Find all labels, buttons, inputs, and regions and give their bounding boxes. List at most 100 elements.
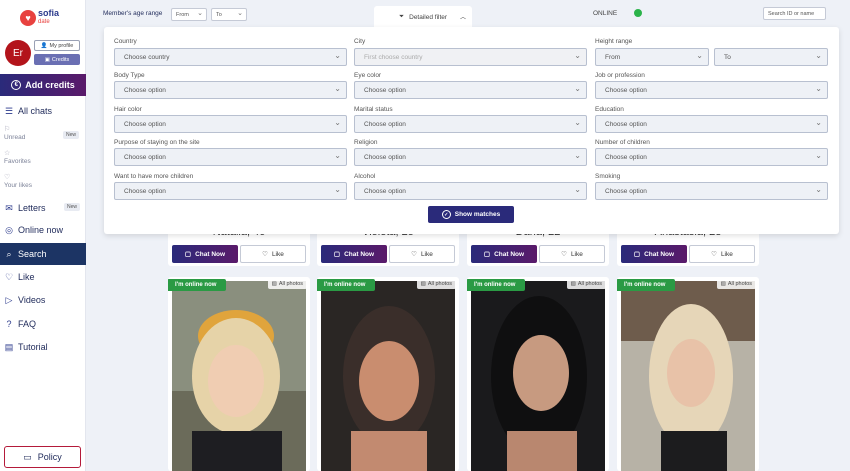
filter-icon: ⏷ — [398, 13, 405, 20]
city-select[interactable]: First choose country — [354, 48, 587, 66]
all-photos-button[interactable]: ▨ All photos — [267, 279, 307, 289]
profile-photo-card[interactable]: I'm online now ▨ All photos — [317, 277, 459, 471]
purpose-select[interactable]: Choose option — [114, 148, 347, 166]
your-likes-label: Your likes — [4, 182, 32, 189]
add-credits-button[interactable]: € Add credits — [0, 74, 86, 96]
like-label: Like — [420, 250, 433, 258]
my-profile-button[interactable]: 👤 My profile — [34, 40, 80, 51]
sidebar-item-faq[interactable]: ? FAQ — [0, 314, 86, 334]
profile-photo-card[interactable]: I'm online now ▨ All photos — [617, 277, 759, 471]
want-children-select[interactable]: Choose option — [114, 182, 347, 200]
education-select[interactable]: Choose option — [595, 115, 828, 133]
job-select[interactable]: Choose option — [595, 81, 828, 99]
body-type-select[interactable]: Choose option — [114, 81, 347, 99]
online-label: ONLINE — [593, 10, 618, 17]
credits-label: Credits — [51, 56, 70, 63]
chat-now-label: Chat Now — [195, 250, 226, 258]
sidebar-item-online-now[interactable]: ◎ Online now — [0, 220, 86, 240]
eye-color-select[interactable]: Choose option — [354, 81, 587, 99]
profile-photo-card[interactable]: I'm online now ▨ All photos — [467, 277, 609, 471]
sidebar-item-letters[interactable]: ✉ Letters New — [0, 198, 86, 218]
online-now-badge: I'm online now — [467, 279, 526, 291]
credits-button[interactable]: ▣ Credits — [34, 54, 80, 65]
sidebar-item-all-chats[interactable]: ☰ All chats — [0, 101, 86, 121]
book-icon: ▤ — [4, 341, 14, 352]
like-button[interactable]: ♡ Like — [689, 245, 755, 263]
search-input[interactable]: Search ID or name — [763, 7, 826, 20]
sidebar: ♥ sofia date Er 👤 My profile ▣ Credits €… — [0, 0, 86, 471]
tutorial-label: Tutorial — [18, 342, 48, 352]
detailed-filter-label: Detailed filter — [409, 13, 448, 21]
all-photos-button[interactable]: ▨ All photos — [716, 279, 756, 289]
sidebar-item-videos[interactable]: ▷ Videos — [0, 290, 86, 310]
online-now-badge: I'm online now — [168, 279, 227, 291]
heart-icon: ♡ — [262, 251, 268, 258]
profile-photo[interactable] — [321, 281, 455, 471]
globe-icon: ◎ — [5, 224, 13, 235]
logo[interactable]: ♥ sofia date — [20, 5, 66, 31]
like-label: Like — [570, 250, 583, 258]
policy-label: Policy — [37, 452, 62, 462]
smoking-select[interactable]: Choose option — [595, 182, 828, 200]
chat-now-label: Chat Now — [644, 250, 675, 258]
top-filter-bar: Member's age range From To ⏷ Detailed fi… — [86, 0, 850, 28]
image-icon: ▨ — [720, 281, 726, 287]
faq-label: FAQ — [18, 319, 37, 329]
sidebar-item-unread[interactable]: ⚐ Unread — [4, 126, 25, 141]
profile-photo[interactable] — [172, 281, 306, 471]
chat-now-button[interactable]: ▢ Chat Now — [471, 245, 537, 263]
question-icon: ? — [6, 319, 12, 329]
all-photos-button[interactable]: ▨ All photos — [566, 279, 606, 289]
logo-subtitle: date — [38, 19, 50, 25]
sidebar-item-your-likes[interactable]: ♡ Your likes — [4, 174, 32, 189]
chat-icon: ▢ — [633, 251, 641, 258]
detailed-filter-toggle[interactable]: ⏷ Detailed filter ︿ — [374, 6, 472, 28]
country-select[interactable]: Choose country — [114, 48, 347, 66]
policy-button[interactable]: ▭ Policy — [4, 446, 81, 468]
education-label: Education — [595, 106, 624, 113]
sidebar-item-like[interactable]: ♡ Like — [0, 267, 86, 287]
avatar[interactable]: Er — [5, 40, 31, 66]
profile-photo[interactable] — [621, 281, 755, 471]
children-label: Number of children — [595, 139, 650, 146]
sidebar-item-favorites[interactable]: ☆ Favorites — [4, 150, 31, 165]
detailed-filter-panel: Country Choose country City First choose… — [104, 27, 839, 234]
show-matches-button[interactable]: ✓ Show matches — [428, 206, 514, 223]
alcohol-select[interactable]: Choose option — [354, 182, 587, 200]
hair-color-select[interactable]: Choose option — [114, 115, 347, 133]
want-children-label: Want to have more children — [114, 173, 194, 180]
religion-label: Religion — [354, 139, 378, 146]
all-photos-button[interactable]: ▨ All photos — [416, 279, 456, 289]
religion-select[interactable]: Choose option — [354, 148, 587, 166]
chevron-up-icon: ︿ — [459, 15, 466, 21]
marital-status-select[interactable]: Choose option — [354, 115, 587, 133]
like-button[interactable]: ♡ Like — [539, 245, 605, 263]
like-button[interactable]: ♡ Like — [240, 245, 306, 263]
chat-now-button[interactable]: ▢ Chat Now — [321, 245, 387, 263]
chat-now-button[interactable]: ▢ Chat Now — [172, 245, 238, 263]
sidebar-item-tutorial[interactable]: ▤ Tutorial — [0, 337, 86, 357]
chat-now-button[interactable]: ▢ Chat Now — [621, 245, 687, 263]
age-to-select[interactable]: To — [211, 8, 247, 21]
height-from-select[interactable]: From — [595, 48, 709, 66]
profile-photo[interactable] — [471, 281, 605, 471]
like-label: Like — [18, 272, 35, 282]
user-icon: 👤 — [40, 42, 48, 49]
marital-status-label: Marital status — [354, 106, 393, 113]
letters-new-badge: New — [63, 203, 80, 211]
image-icon: ▨ — [570, 281, 576, 287]
toggle-knob — [634, 9, 642, 17]
unread-label: Unread — [4, 134, 26, 141]
children-select[interactable]: Choose option — [595, 148, 828, 166]
online-toggle[interactable] — [626, 9, 642, 17]
age-from-select[interactable]: From — [171, 8, 207, 21]
profile-photo-card[interactable]: I'm online now ▨ All photos — [168, 277, 310, 471]
sidebar-item-search[interactable]: ⌕ Search — [0, 243, 86, 265]
height-to-select[interactable]: To — [714, 48, 828, 66]
like-icon: ♡ — [4, 271, 14, 282]
city-label: City — [354, 38, 366, 45]
online-now-badge: I'm online now — [617, 279, 676, 291]
like-button[interactable]: ♡ Like — [389, 245, 455, 263]
height-range-label: Height range — [595, 38, 633, 45]
online-now-badge: I'm online now — [317, 279, 376, 291]
